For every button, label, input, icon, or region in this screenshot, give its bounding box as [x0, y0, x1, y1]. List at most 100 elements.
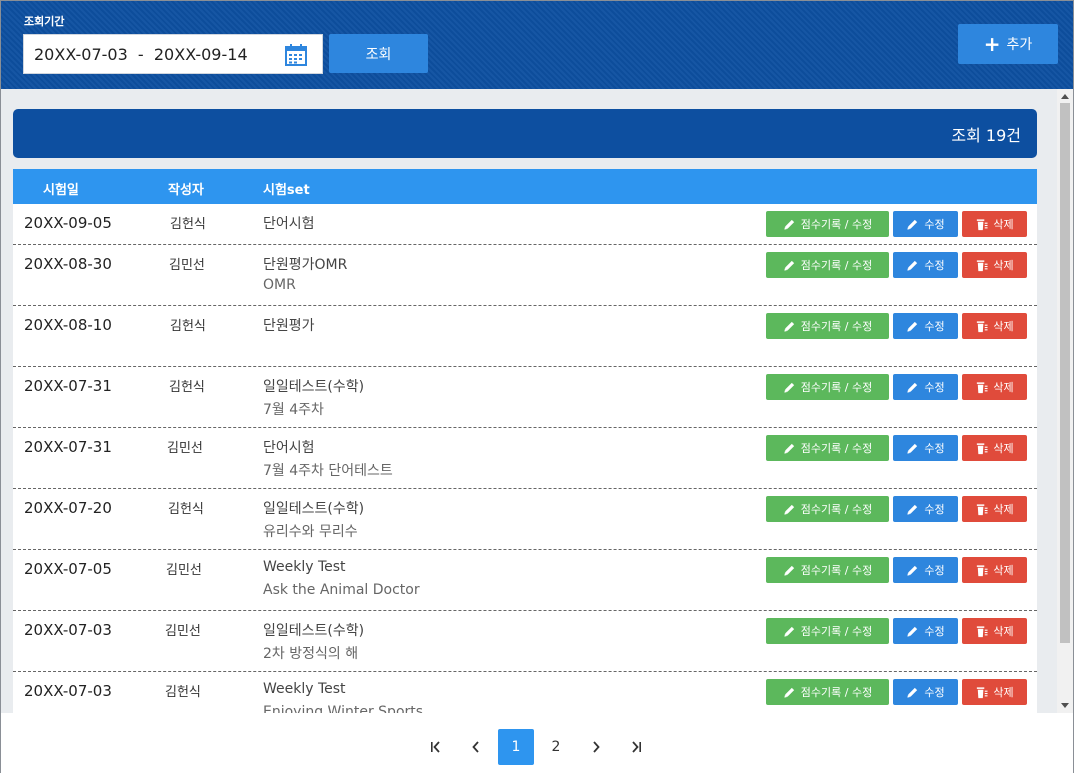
exam-date: 20XX-07-20 [24, 499, 112, 517]
scroll-up-arrow[interactable] [1061, 94, 1069, 99]
exam-set-title: 단어시험 [263, 440, 315, 456]
scroll-down-arrow[interactable] [1061, 703, 1069, 708]
delete-button[interactable]: 삭제 [962, 435, 1027, 461]
pencil-icon [907, 382, 918, 393]
exam-set-title: 일일테스트(수학) [263, 379, 365, 395]
pencil-icon [784, 565, 794, 576]
edit-button[interactable]: 수정 [893, 211, 958, 237]
pencil-icon [784, 219, 794, 230]
author-name: 김헌식 [168, 502, 204, 517]
score-record-label: 점수기록 / 수정 [800, 686, 873, 699]
table-row: 20XX-07-05 김민선 Weekly Test Ask the Animal D… [13, 550, 1037, 611]
score-record-button[interactable]: 점수기록 / 수정 [766, 496, 889, 522]
first-page-button[interactable] [418, 729, 454, 765]
score-record-button[interactable]: 점수기록 / 수정 [766, 252, 889, 278]
delete-label: 삭제 [993, 259, 1014, 272]
date-range-value: 20XX-07-03 - 20XX-09-14 [34, 44, 248, 64]
trash-icon [977, 503, 988, 515]
edit-label: 수정 [924, 320, 945, 333]
pagination: 1 2 [1, 713, 1073, 773]
score-record-label: 점수기록 / 수정 [800, 381, 873, 394]
exam-set-subtitle: 7월 4주차 [263, 402, 324, 418]
pencil-icon [907, 321, 918, 332]
vertical-scrollbar[interactable] [1057, 89, 1073, 713]
author-name: 김민선 [169, 258, 205, 273]
trash-icon [977, 442, 988, 454]
author-name: 김헌식 [165, 685, 201, 700]
exam-date: 20XX-07-05 [24, 560, 112, 578]
score-record-label: 점수기록 / 수정 [800, 442, 873, 455]
filter-bar: 조회기간 20XX-07-03 - 20XX-09-14 조회 + 추가 [1, 1, 1073, 89]
exam-table: 시험일 작성자 시험set 20XX-09-05 김헌식 단어시험 점수기록 / 수정… [13, 169, 1037, 713]
score-record-button[interactable]: 점수기록 / 수정 [766, 557, 889, 583]
date-range-input[interactable]: 20XX-07-03 - 20XX-09-14 [23, 34, 323, 74]
score-record-label: 점수기록 / 수정 [800, 259, 873, 272]
edit-button[interactable]: 수정 [893, 496, 958, 522]
score-record-label: 점수기록 / 수정 [800, 503, 873, 516]
trash-icon [977, 686, 988, 698]
pencil-icon [907, 504, 918, 515]
score-record-button[interactable]: 점수기록 / 수정 [766, 679, 889, 705]
author-name: 김헌식 [170, 217, 206, 232]
exam-set-title: 일일테스트(수학) [263, 623, 365, 639]
score-record-button[interactable]: 점수기록 / 수정 [766, 435, 889, 461]
result-count-bar: 조회 19건 [13, 109, 1037, 158]
exam-set-title: 단원평가OMR [263, 257, 348, 273]
results-area: 조회 19건 시험일 작성자 시험set 20XX-09-05 김헌식 단어시험 점수… [1, 89, 1057, 713]
edit-button[interactable]: 수정 [893, 679, 958, 705]
delete-label: 삭제 [993, 218, 1014, 231]
edit-label: 수정 [924, 564, 945, 577]
score-record-label: 점수기록 / 수정 [800, 625, 873, 638]
calendar-icon[interactable] [284, 43, 308, 67]
row-actions: 점수기록 / 수정 수정 삭제 [766, 496, 1027, 522]
page-2-button[interactable]: 2 [538, 729, 574, 765]
delete-label: 삭제 [993, 564, 1014, 577]
exam-set-title: 일일테스트(수학) [263, 501, 365, 517]
search-button[interactable]: 조회 [329, 34, 428, 73]
delete-label: 삭제 [993, 320, 1014, 333]
exam-date: 20XX-08-10 [24, 316, 112, 334]
exam-set-title: Weekly Test [263, 559, 346, 575]
delete-button[interactable]: 삭제 [962, 496, 1027, 522]
delete-button[interactable]: 삭제 [962, 557, 1027, 583]
header-author: 작성자 [168, 183, 204, 198]
delete-button[interactable]: 삭제 [962, 252, 1027, 278]
result-count: 조회 19건 [951, 125, 1021, 145]
pencil-icon [907, 260, 918, 271]
score-record-button[interactable]: 점수기록 / 수정 [766, 618, 889, 644]
pencil-icon [784, 626, 794, 637]
last-page-icon [632, 741, 641, 753]
add-button-label: 추가 [1006, 37, 1033, 53]
delete-button[interactable]: 삭제 [962, 618, 1027, 644]
score-record-button[interactable]: 점수기록 / 수정 [766, 313, 889, 339]
exam-date: 20XX-07-03 [24, 621, 112, 639]
pencil-icon [784, 382, 794, 393]
score-record-button[interactable]: 점수기록 / 수정 [766, 211, 889, 237]
score-record-button[interactable]: 점수기록 / 수정 [766, 374, 889, 400]
add-button[interactable]: + 추가 [958, 24, 1058, 64]
edit-label: 수정 [924, 381, 945, 394]
edit-button[interactable]: 수정 [893, 313, 958, 339]
exam-set-subtitle: OMR [263, 277, 296, 293]
delete-button[interactable]: 삭제 [962, 211, 1027, 237]
next-page-button[interactable] [578, 729, 614, 765]
prev-page-button[interactable] [458, 729, 494, 765]
edit-label: 수정 [924, 686, 945, 699]
next-icon [593, 741, 600, 753]
edit-button[interactable]: 수정 [893, 557, 958, 583]
page-1-button[interactable]: 1 [498, 729, 534, 765]
pencil-icon [907, 219, 918, 230]
edit-button[interactable]: 수정 [893, 252, 958, 278]
trash-icon [977, 625, 988, 637]
exam-set-subtitle: 2차 방정식의 해 [263, 646, 359, 662]
edit-button[interactable]: 수정 [893, 374, 958, 400]
edit-button[interactable]: 수정 [893, 435, 958, 461]
last-page-button[interactable] [618, 729, 654, 765]
period-label: 조회기간 [24, 15, 65, 28]
delete-button[interactable]: 삭제 [962, 374, 1027, 400]
scroll-thumb[interactable] [1060, 103, 1070, 643]
delete-label: 삭제 [993, 686, 1014, 699]
delete-button[interactable]: 삭제 [962, 679, 1027, 705]
delete-button[interactable]: 삭제 [962, 313, 1027, 339]
edit-button[interactable]: 수정 [893, 618, 958, 644]
